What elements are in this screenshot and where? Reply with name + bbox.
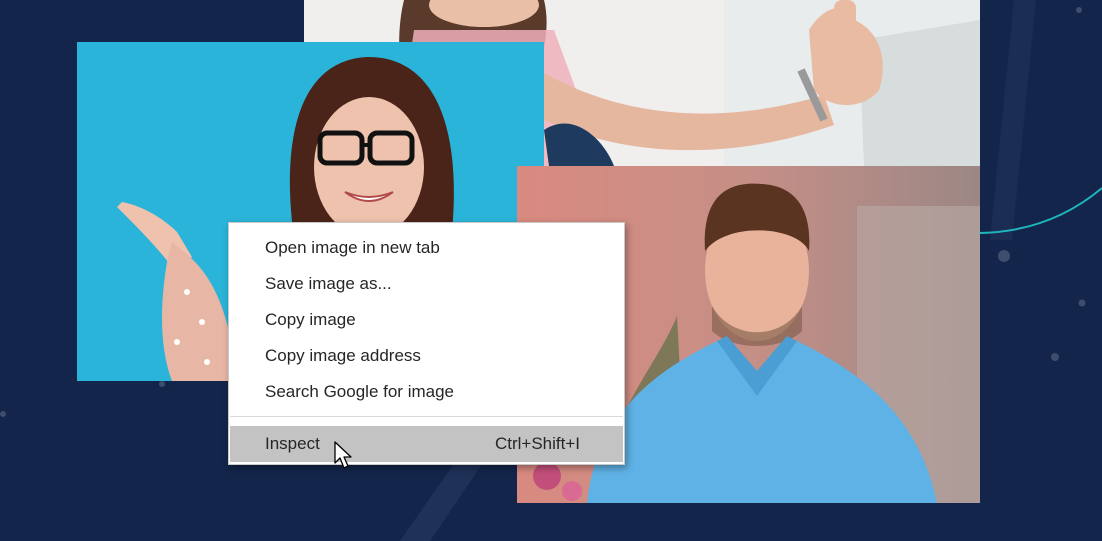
arrow-pointer-icon	[334, 441, 352, 469]
context-menu: Open image in new tab Save image as... C…	[228, 222, 625, 465]
menu-item-search-google-for-image[interactable]: Search Google for image	[230, 374, 623, 410]
menu-item-open-image-new-tab[interactable]: Open image in new tab	[230, 230, 623, 266]
menu-item-inspect[interactable]: Inspect Ctrl+Shift+I	[230, 426, 623, 462]
menu-item-label: Save image as...	[265, 274, 392, 293]
menu-item-label: Inspect	[265, 434, 320, 453]
menu-item-copy-image-address[interactable]: Copy image address	[230, 338, 623, 374]
menu-item-label: Copy image address	[265, 346, 421, 365]
menu-item-shortcut: Ctrl+Shift+I	[494, 434, 580, 453]
menu-item-label: Copy image	[265, 310, 356, 329]
menu-item-label: Open image in new tab	[265, 238, 440, 257]
menu-separator	[230, 416, 623, 417]
menu-item-save-image-as[interactable]: Save image as...	[230, 266, 623, 302]
menu-item-label: Search Google for image	[265, 382, 454, 401]
menu-item-copy-image[interactable]: Copy image	[230, 302, 623, 338]
